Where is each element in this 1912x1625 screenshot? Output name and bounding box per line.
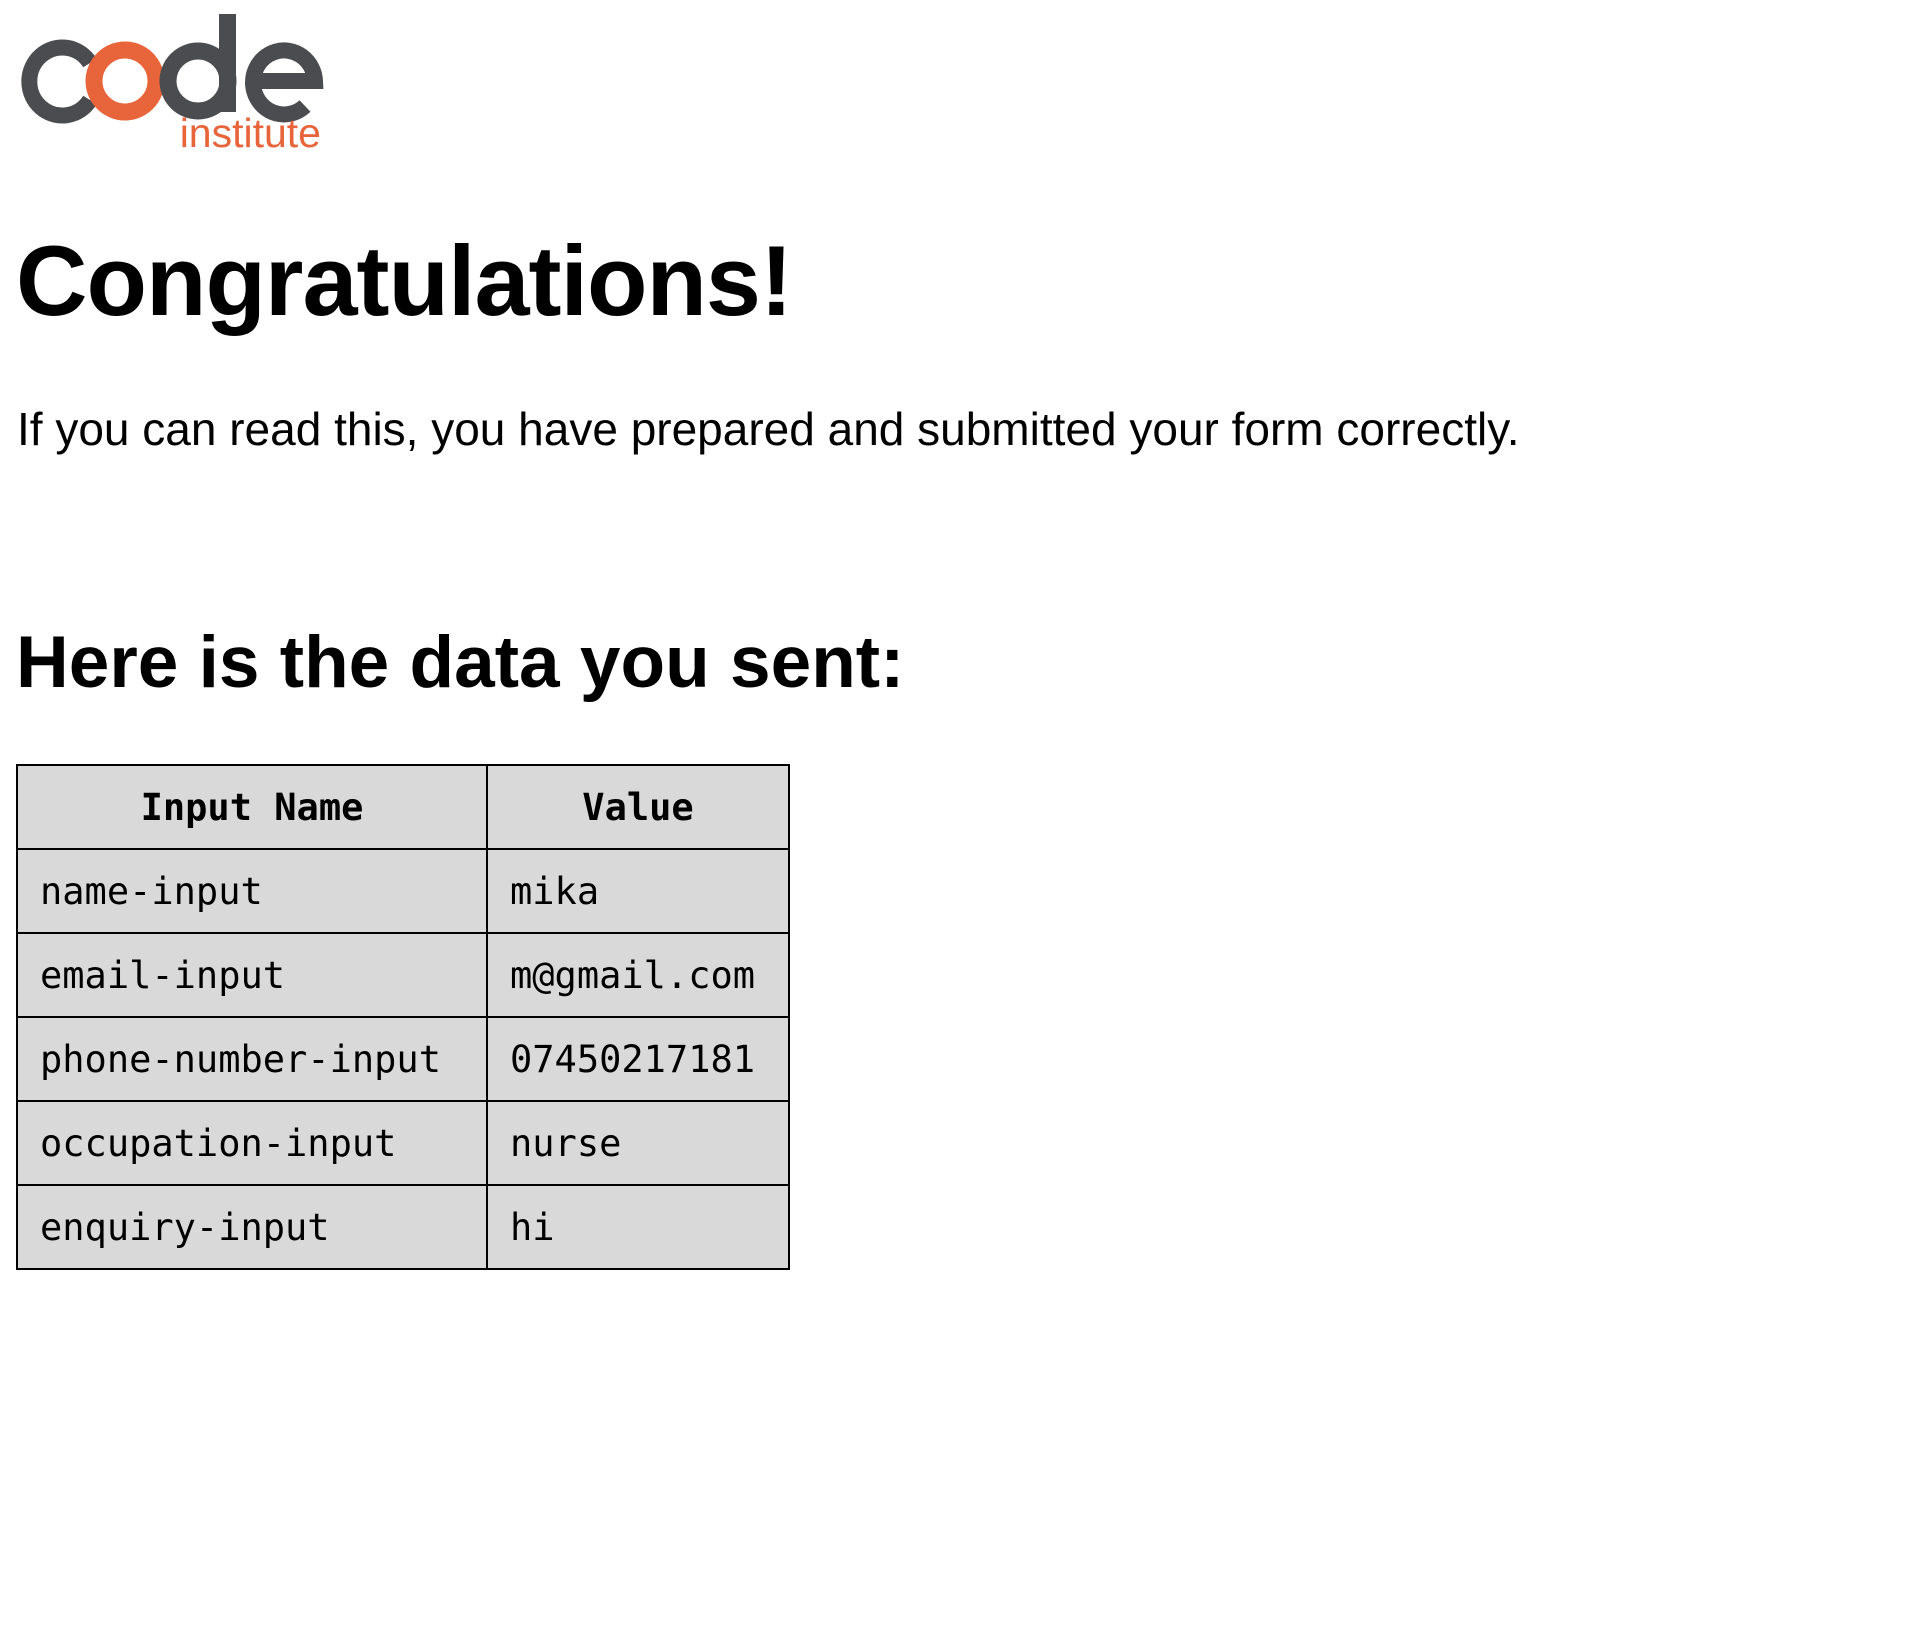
intro-text: If you can read this, you have prepared … (17, 403, 1520, 455)
header-value: Value (486, 764, 790, 850)
cell-input-name: name-input (16, 848, 488, 934)
cell-value: mika (486, 848, 790, 934)
cell-value: nurse (486, 1100, 790, 1186)
logo-graphic: institute (21, 14, 324, 156)
table-row: enquiry-input hi (16, 1184, 790, 1270)
logo-sub-text: institute (180, 110, 321, 156)
cell-value: 07450217181 (486, 1016, 790, 1102)
cell-value: m@gmail.com (486, 932, 790, 1018)
cell-value: hi (486, 1184, 790, 1270)
page: institute Congratulations! If you can re… (0, 0, 1912, 1625)
table-row: occupation-input nurse (16, 1100, 790, 1186)
data-heading: Here is the data you sent: (16, 622, 905, 703)
table-row: email-input m@gmail.com (16, 932, 790, 1018)
code-institute-logo: institute (12, 8, 332, 156)
page-title: Congratulations! (16, 225, 793, 336)
submitted-data-table: Input Name Value name-input mika email-i… (16, 764, 790, 1270)
table-row: phone-number-input 07450217181 (16, 1016, 790, 1102)
cell-input-name: occupation-input (16, 1100, 488, 1186)
cell-input-name: phone-number-input (16, 1016, 488, 1102)
cell-input-name: email-input (16, 932, 488, 1018)
table-row: name-input mika (16, 848, 790, 934)
header-input-name: Input Name (16, 764, 488, 850)
table-header-row: Input Name Value (16, 764, 790, 850)
cell-input-name: enquiry-input (16, 1184, 488, 1270)
